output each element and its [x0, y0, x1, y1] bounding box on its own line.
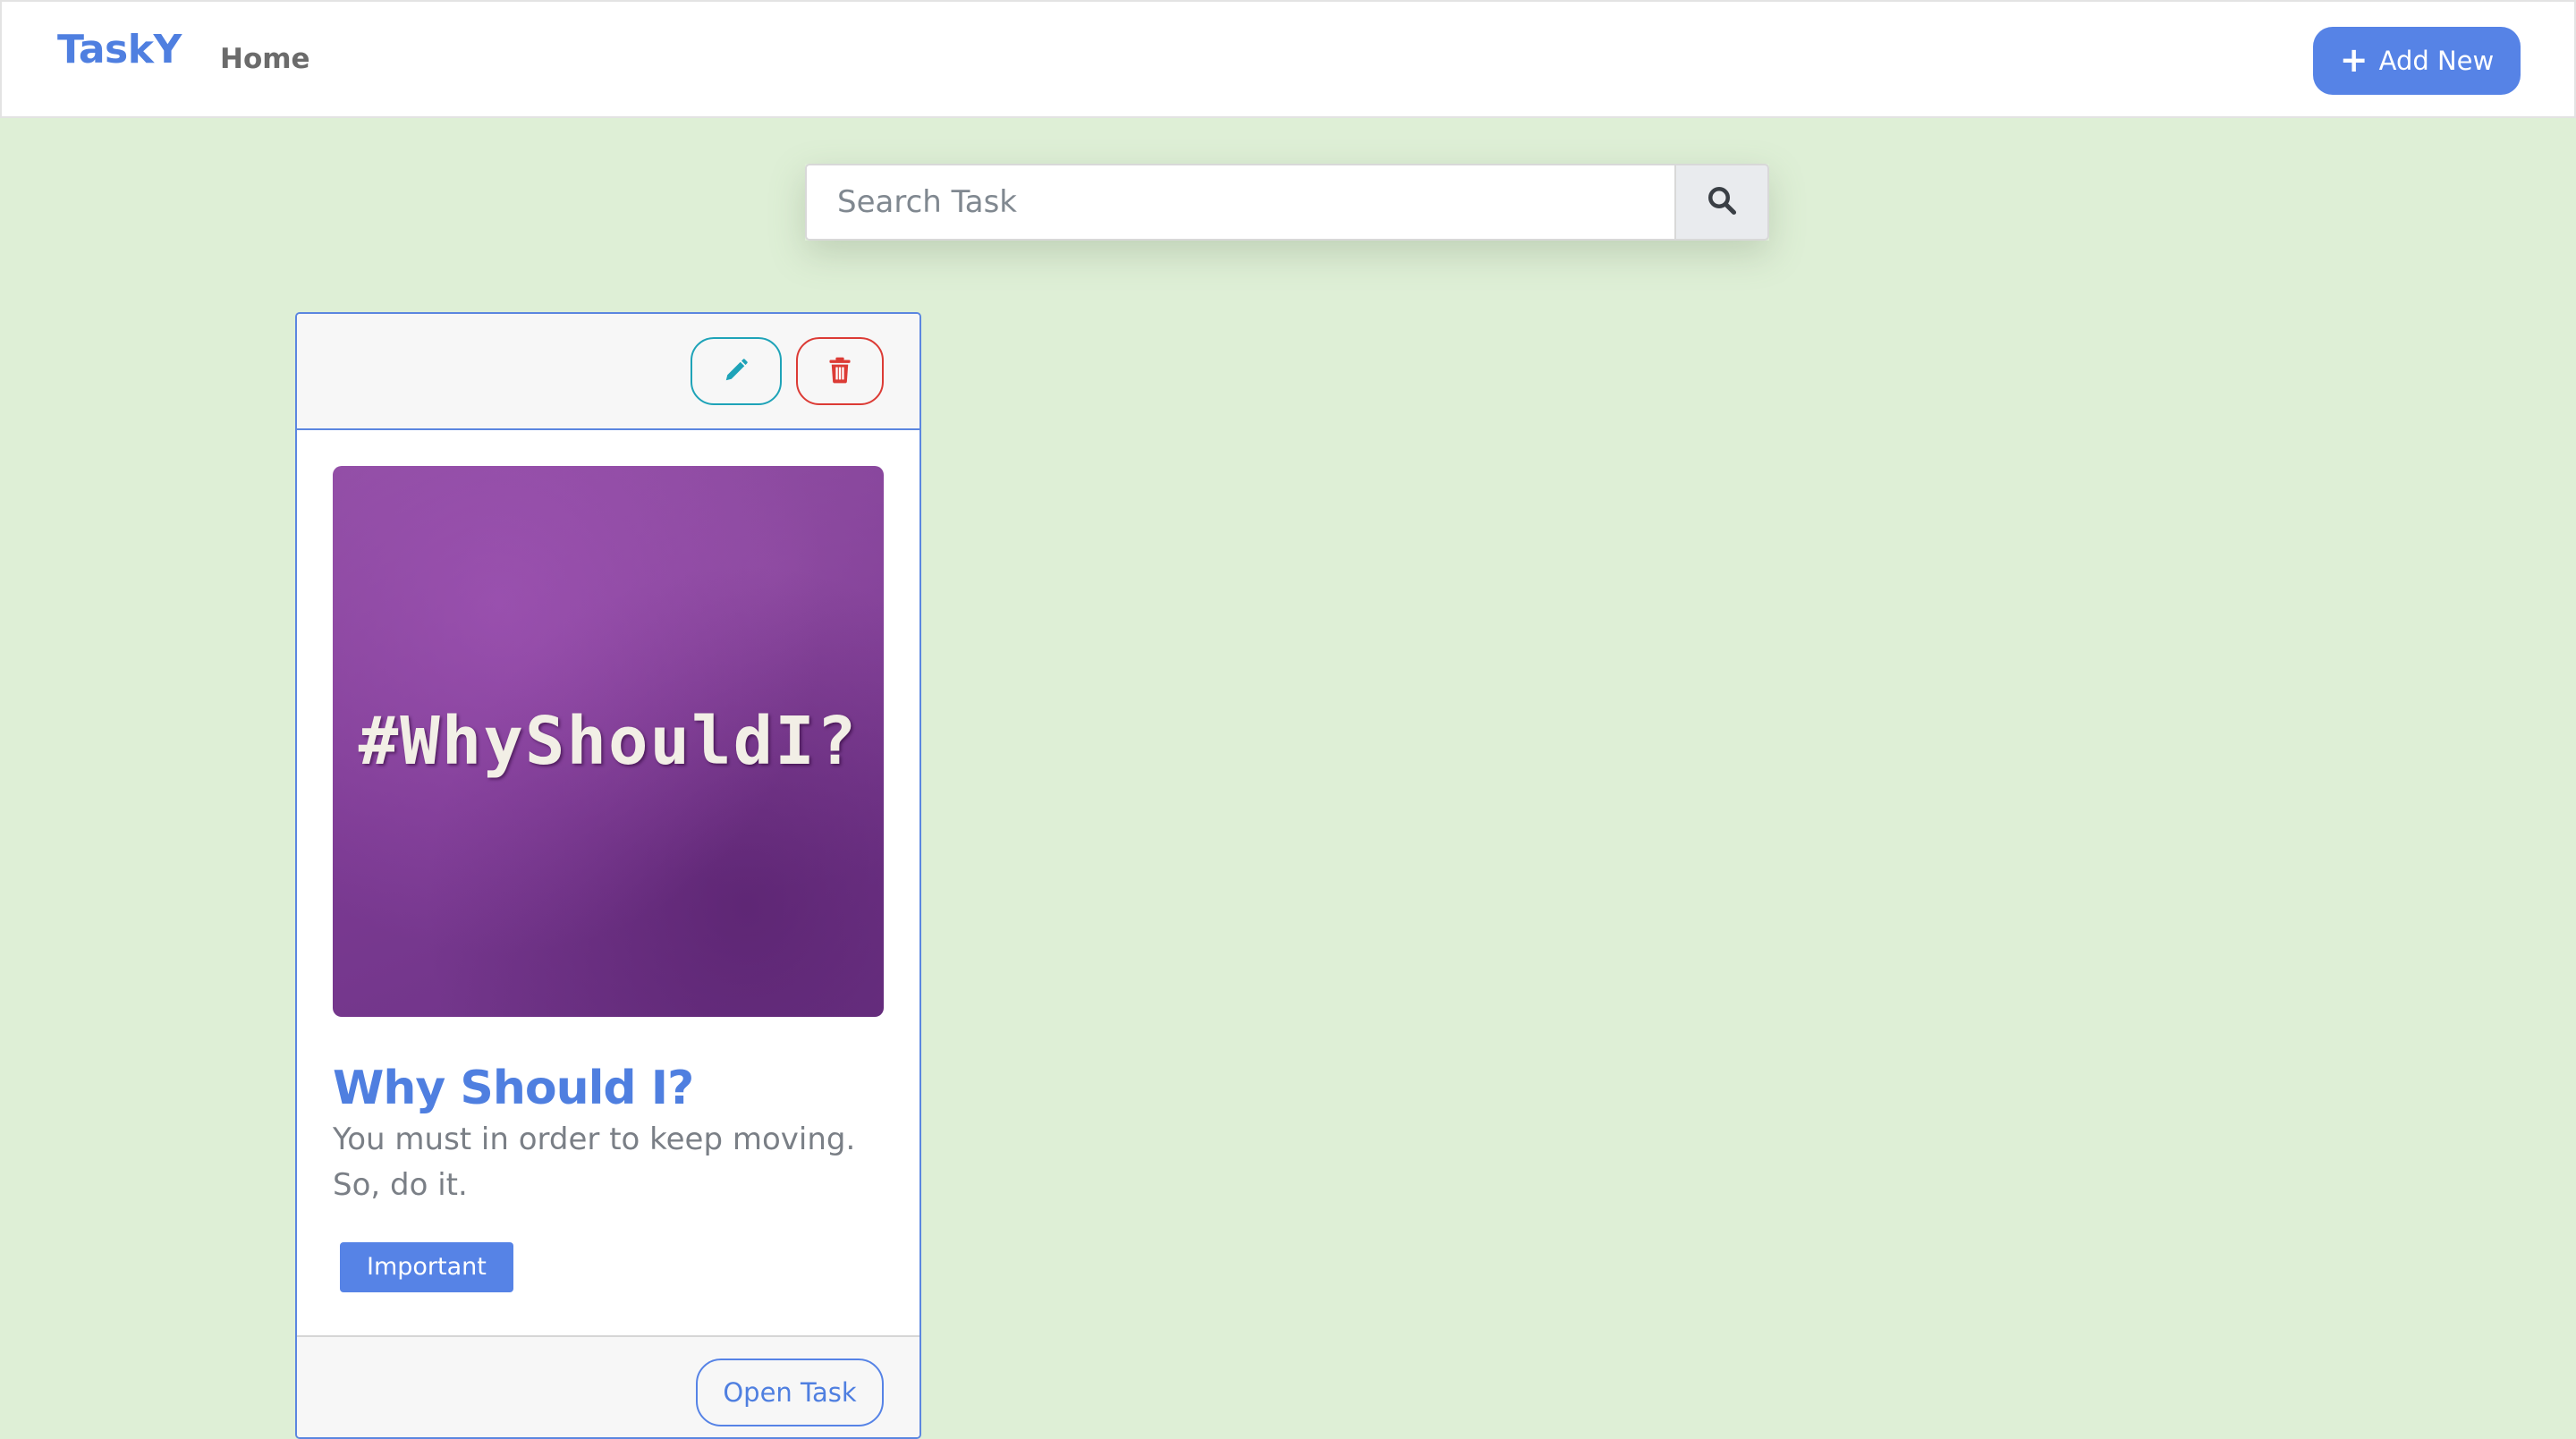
nav-home-link[interactable]: Home: [220, 43, 310, 75]
search-bar: [805, 164, 1769, 241]
task-card-header: [297, 314, 919, 430]
trash-icon: [827, 357, 852, 386]
task-title: Why Should I?: [333, 1062, 694, 1115]
add-new-label: Add New: [2378, 46, 2495, 76]
task-description: You must in order to keep moving. So, do…: [333, 1122, 856, 1203]
search-icon: [1706, 184, 1738, 220]
task-card: #WhyShouldI? Why Should I? You must in o…: [295, 312, 921, 1439]
task-image-text: #WhyShouldI?: [358, 703, 859, 780]
search-button[interactable]: [1674, 164, 1769, 241]
task-tag-badge: Important: [340, 1242, 513, 1292]
delete-task-button[interactable]: [796, 337, 884, 405]
plus-icon: +: [2339, 39, 2368, 80]
search-input[interactable]: [805, 164, 1674, 241]
navbar: TaskY Home + Add New: [0, 0, 2576, 118]
open-task-button[interactable]: Open Task: [696, 1359, 884, 1426]
task-card-footer: Open Task: [297, 1335, 919, 1437]
task-image: #WhyShouldI?: [333, 466, 884, 1017]
add-new-button[interactable]: + Add New: [2313, 27, 2521, 95]
edit-task-button[interactable]: [691, 337, 782, 405]
task-card-body: #WhyShouldI? Why Should I? You must in o…: [297, 430, 919, 1333]
pencil-icon: [723, 357, 750, 386]
brand-logo[interactable]: TaskY: [57, 27, 182, 72]
